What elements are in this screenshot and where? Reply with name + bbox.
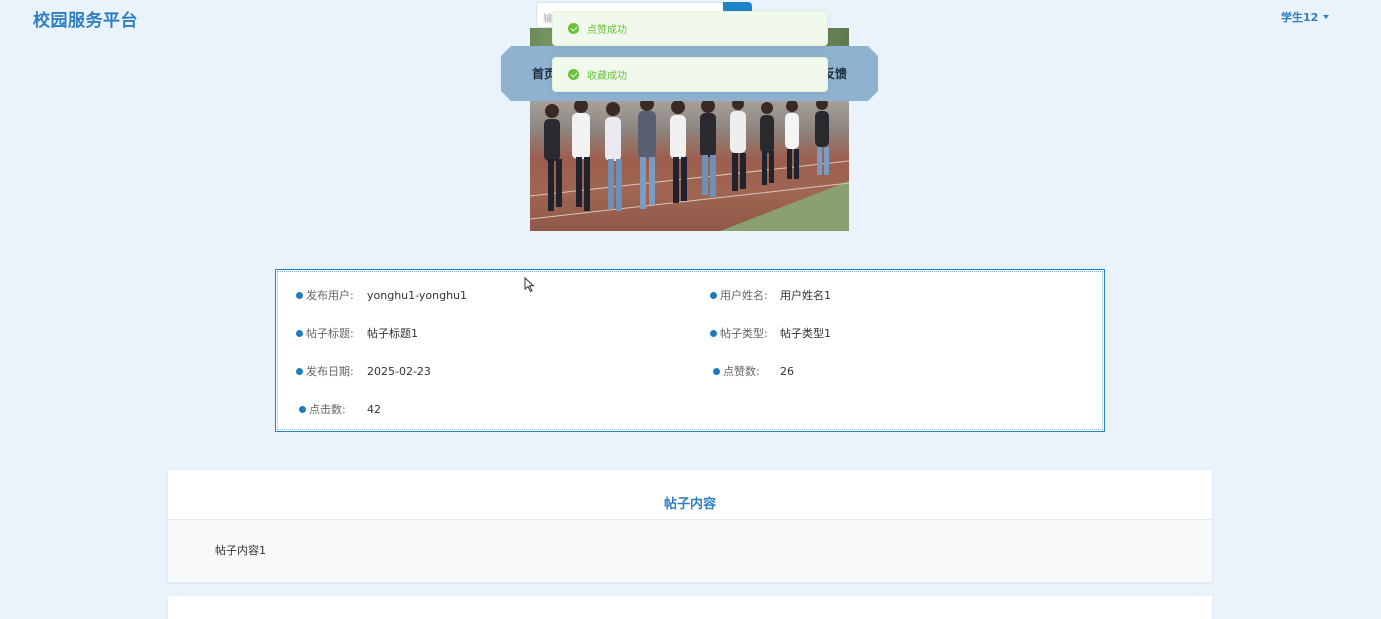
check-circle-icon — [568, 69, 579, 80]
field-value: 26 — [780, 364, 794, 378]
field-label: 发布日期: — [306, 365, 354, 378]
field-label: 点击数: — [309, 403, 346, 416]
toast-message: 点赞成功 — [587, 25, 627, 36]
post-content-card: 帖子内容 帖子内容1 — [168, 470, 1212, 582]
field-title: 帖子标题: 帖子标题1 — [296, 325, 418, 341]
field-label: 帖子标题: — [306, 327, 354, 340]
field-type: 帖子类型: 帖子类型1 — [710, 325, 831, 341]
bullet-icon — [299, 405, 306, 413]
caret-down-icon — [1323, 15, 1330, 19]
field-value: 帖子类型1 — [780, 327, 831, 340]
post-content-heading: 帖子内容 — [168, 470, 1212, 520]
field-publisher: 发布用户: yonghu1-yonghu1 — [296, 287, 467, 303]
toast-favorite-success: 收藏成功 — [552, 57, 828, 92]
user-name: 学生12 — [1281, 11, 1319, 24]
field-value: 42 — [367, 402, 381, 416]
field-label: 用户姓名: — [720, 289, 768, 302]
field-likes: 点赞数: 26 — [713, 363, 794, 379]
bullet-icon — [713, 367, 720, 375]
check-circle-icon — [568, 23, 579, 34]
crowd-photo-illustration — [530, 101, 849, 231]
site-brand[interactable]: 校园服务平台 — [33, 6, 138, 31]
field-label: 发布用户: — [306, 289, 354, 302]
post-details: 发布用户: yonghu1-yonghu1 用户姓名: 用户姓名1 帖子标题: … — [275, 269, 1105, 432]
field-label: 点赞数: — [723, 365, 760, 378]
comments-card — [168, 596, 1212, 619]
field-value: 2025-02-23 — [367, 364, 431, 378]
field-date: 发布日期: 2025-02-23 — [296, 363, 431, 379]
user-menu[interactable]: 学生12 — [1281, 9, 1330, 25]
field-value: yonghu1-yonghu1 — [367, 288, 468, 302]
toast-like-success: 点赞成功 — [552, 11, 828, 46]
bullet-icon — [296, 367, 303, 375]
bullet-icon — [710, 291, 717, 299]
bullet-icon — [296, 329, 303, 337]
field-value: 帖子标题1 — [367, 327, 418, 340]
field-label: 帖子类型: — [720, 327, 768, 340]
field-clicks: 点击数: 42 — [299, 401, 381, 417]
field-username: 用户姓名: 用户姓名1 — [710, 287, 831, 303]
post-content-text: 帖子内容1 — [215, 544, 266, 557]
mouse-cursor-icon — [524, 277, 535, 293]
bullet-icon — [710, 329, 717, 337]
toast-message: 收藏成功 — [587, 71, 627, 82]
banner-image — [530, 101, 849, 231]
bullet-icon — [296, 291, 303, 299]
field-value: 用户姓名1 — [780, 289, 831, 302]
